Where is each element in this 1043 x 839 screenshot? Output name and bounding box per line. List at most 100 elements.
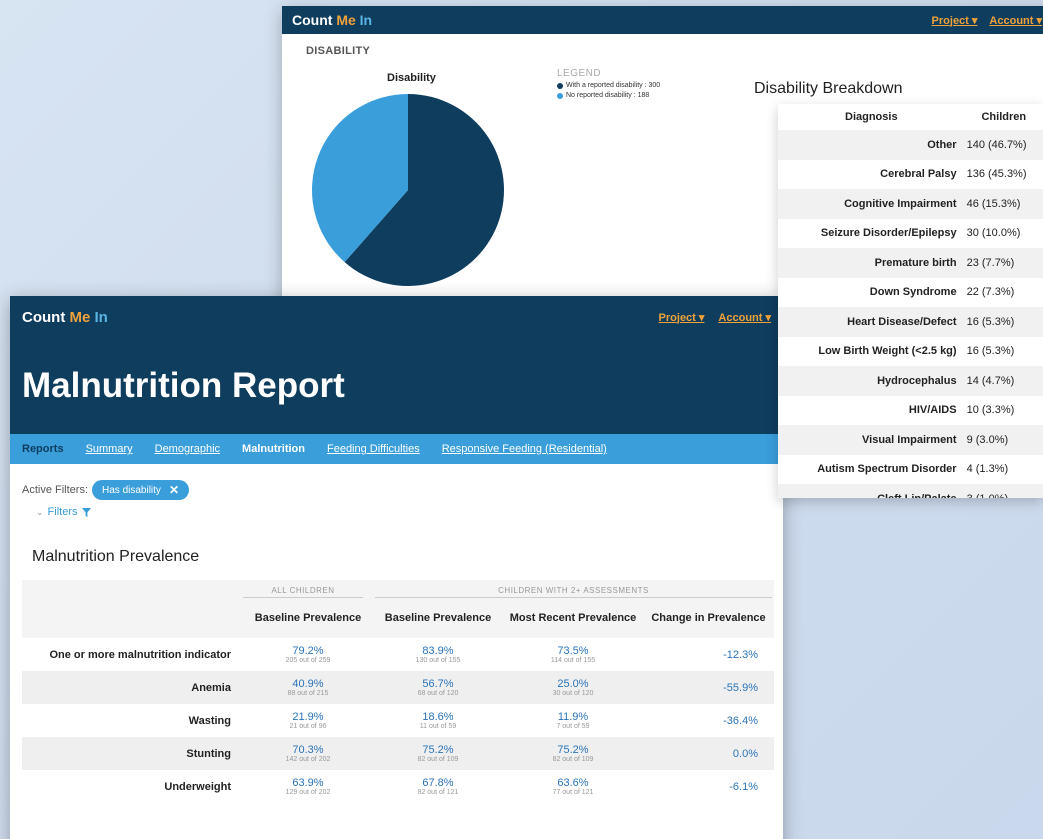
cell-change: -55.9%	[643, 671, 774, 704]
close-icon[interactable]: ✕	[169, 483, 179, 497]
cell-value: 56.7%	[422, 678, 454, 690]
table-row: Other 140 (46.7%)	[778, 130, 1043, 160]
brand-logo[interactable]: Count Me In	[22, 309, 108, 326]
filter-chip[interactable]: Has disability ✕	[92, 480, 189, 500]
col-header: Most Recent Prevalence	[509, 612, 637, 624]
cell-count: 82 out of 109	[552, 756, 594, 763]
table-row: Cognitive Impairment 46 (15.3%)	[778, 189, 1043, 219]
cell-count: 77 out of 121	[552, 789, 594, 796]
cell-value: 70.3%	[292, 744, 324, 756]
cell-value: 11.9%	[557, 711, 589, 723]
diagnosis-cell: Autism Spectrum Disorder	[778, 454, 965, 484]
cell-count: 7 out of 59	[556, 723, 590, 730]
cell-count: 11 out of 59	[419, 723, 457, 730]
cell-value: 73.5%	[557, 645, 589, 657]
account-menu[interactable]: Account ▾	[718, 311, 771, 324]
row-label: One or more malnutrition indicator	[22, 638, 243, 671]
tab-feeding-difficulties[interactable]: Feeding Difficulties	[327, 443, 420, 455]
filter-chip-label: Has disability	[102, 484, 161, 496]
cell-all-baseline: 79.2% 205 out of 259	[243, 638, 373, 671]
children-count-cell: 22 (7.3%)	[964, 277, 1043, 307]
top-navbar: Count Me In Project ▾ Account ▾	[282, 6, 1043, 34]
col-header-children[interactable]: Children	[965, 104, 1043, 130]
cell-all-baseline: 63.9% 129 out of 202	[243, 770, 373, 803]
legend-dot-icon	[557, 93, 563, 99]
table-row: Premature birth 23 (7.7%)	[778, 248, 1043, 278]
diagnosis-cell: Cerebral Palsy	[778, 159, 965, 189]
col-header-label	[22, 598, 243, 638]
table-row: Visual Impairment 9 (3.0%)	[778, 425, 1043, 455]
diagnosis-cell: Hydrocephalus	[778, 366, 965, 396]
table-row: One or more malnutrition indicator 79.2%…	[22, 638, 774, 671]
row-label: Stunting	[22, 737, 243, 770]
diagnosis-cell: Other	[778, 130, 965, 160]
cell-value: 40.9%	[292, 678, 324, 690]
diagnosis-cell: HIV/AIDS	[778, 395, 965, 425]
filter-funnel-icon	[81, 507, 91, 517]
cell-2plus-baseline: 67.8% 82 out of 121	[373, 770, 503, 803]
chevron-down-icon: ⌄	[36, 506, 44, 517]
cell-value: 67.8%	[422, 777, 454, 789]
children-count-cell: 3 (1.0%)	[964, 484, 1043, 498]
cell-2plus-recent: 11.9% 7 out of 59	[503, 704, 643, 737]
brand-me: Me	[69, 308, 91, 326]
tab-demographic[interactable]: Demographic	[155, 443, 220, 455]
cell-count: 88 out of 215	[287, 690, 329, 697]
page-header: Malnutrition Report	[10, 338, 783, 434]
table-row: Seizure Disorder/Epilepsy 30 (10.0%)	[778, 218, 1043, 248]
cell-count: 82 out of 109	[417, 756, 459, 763]
col-header-diagnosis[interactable]: Diagnosis	[778, 104, 965, 130]
tab-malnutrition[interactable]: Malnutrition	[242, 443, 305, 455]
table-row: Cerebral Palsy 136 (45.3%)	[778, 159, 1043, 189]
cell-2plus-recent: 73.5% 114 out of 155	[503, 638, 643, 671]
children-count-cell: 9 (3.0%)	[964, 425, 1043, 455]
children-count-cell: 140 (46.7%)	[964, 130, 1043, 160]
cell-count: 30 out of 120	[552, 690, 594, 697]
legend-item-no-disability[interactable]: No reported disability : 188	[557, 91, 660, 101]
table-row: Down Syndrome 22 (7.3%)	[778, 277, 1043, 307]
children-count-cell: 14 (4.7%)	[964, 366, 1043, 396]
legend-dot-icon	[557, 83, 563, 89]
cell-change: 0.0%	[643, 737, 774, 770]
filters-toggle[interactable]: ⌄ Filters	[22, 506, 783, 518]
children-count-cell: 16 (5.3%)	[964, 336, 1043, 366]
children-count-cell: 30 (10.0%)	[964, 218, 1043, 248]
children-count-cell: 136 (45.3%)	[964, 159, 1043, 189]
table-row: Low Birth Weight (<2.5 kg) 16 (5.3%)	[778, 336, 1043, 366]
cell-count: 21 out of 96	[289, 723, 327, 730]
section-title: Malnutrition Prevalence	[32, 548, 200, 565]
prevalence-table: ALL CHILDREN CHILDREN WITH 2+ ASSESSMENT…	[22, 580, 774, 803]
project-menu[interactable]: Project ▾	[659, 311, 705, 324]
brand-count: Count	[22, 308, 66, 326]
cell-value: 25.0%	[557, 678, 589, 690]
table-row: Hydrocephalus 14 (4.7%)	[778, 366, 1043, 396]
table-row: Heart Disease/Defect 16 (5.3%)	[778, 307, 1043, 337]
cell-count: 205 out of 259	[285, 657, 331, 664]
cell-count: 114 out of 155	[550, 657, 596, 664]
nav-links: Project ▾ Account ▾	[932, 14, 1042, 27]
col-header: Baseline Prevalence	[254, 612, 362, 624]
tabs-label: Reports	[22, 443, 64, 455]
project-menu[interactable]: Project ▾	[932, 14, 978, 27]
brand-logo[interactable]: Count Me In	[292, 12, 372, 28]
col-header: Change in Prevalence	[651, 612, 766, 624]
cell-2plus-baseline: 18.6% 11 out of 59	[373, 704, 503, 737]
active-filters-label: Active Filters:	[22, 484, 89, 496]
tab-summary[interactable]: Summary	[86, 443, 133, 455]
cell-change: -36.4%	[643, 704, 774, 737]
account-menu[interactable]: Account ▾	[989, 14, 1042, 27]
tab-responsive-feeding[interactable]: Responsive Feeding (Residential)	[442, 443, 607, 455]
section-label: DISABILITY	[306, 45, 371, 57]
diagnosis-cell: Down Syndrome	[778, 277, 965, 307]
legend-title: LEGEND	[557, 68, 602, 79]
cell-all-baseline: 21.9% 21 out of 96	[243, 704, 373, 737]
cell-value: 21.9%	[292, 711, 324, 723]
table-row: Wasting 21.9% 21 out of 96 18.6% 11 out of…	[22, 704, 774, 737]
diagnosis-cell: Seizure Disorder/Epilepsy	[778, 218, 965, 248]
table-row: Autism Spectrum Disorder 4 (1.3%)	[778, 454, 1043, 484]
brand-in: In	[94, 308, 108, 326]
cell-value: 83.9%	[422, 645, 454, 657]
cell-count: 142 out of 202	[285, 756, 331, 763]
cell-value: 75.2%	[422, 744, 454, 756]
legend-item-with-disability[interactable]: With a reported disability : 300	[557, 81, 660, 91]
